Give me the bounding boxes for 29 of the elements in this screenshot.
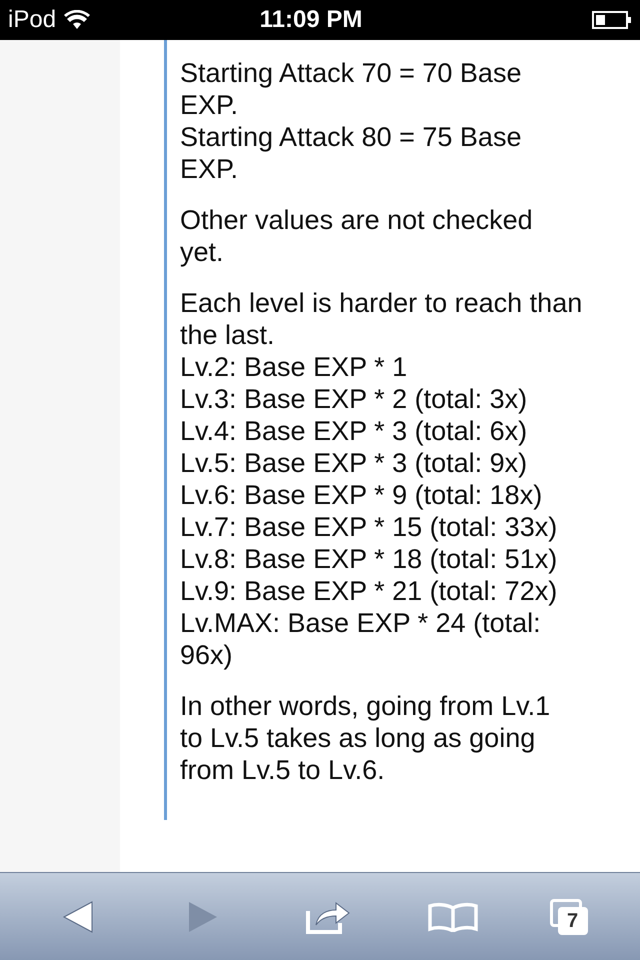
text-line: from Lv.5 to Lv.6. <box>180 754 386 786</box>
text-line: Starting Attack 80 = 75 Base <box>180 121 522 153</box>
wifi-icon <box>64 10 90 30</box>
text-line: Lv.5: Base EXP * 3 (total: 9x) <box>180 447 528 479</box>
text-line: Lv.6: Base EXP * 9 (total: 18x) <box>180 479 544 511</box>
text-line: Starting Attack 70 = 70 Base <box>180 57 522 89</box>
text-line: the last. <box>180 319 276 351</box>
text-line: Lv.9: Base EXP * 21 (total: 72x) <box>180 575 558 607</box>
text-line: yet. <box>180 236 225 268</box>
back-arrow-icon <box>62 900 94 934</box>
text-line: EXP. <box>180 153 240 185</box>
text-line: Other values are not checked <box>180 204 534 236</box>
text-line: to Lv.5 takes as long as going <box>180 722 536 754</box>
clock-time: 11:09 PM <box>260 5 362 35</box>
book-icon <box>428 902 478 932</box>
text-line: Lv.8: Base EXP * 18 (total: 51x) <box>180 543 558 575</box>
text-line: Lv.2: Base EXP * 1 <box>180 351 408 383</box>
tab-count: 7 <box>558 906 588 934</box>
text-line: 96x) <box>180 639 234 671</box>
text-line: EXP. <box>180 89 240 121</box>
battery-icon <box>592 10 632 30</box>
text-line: Lv.3: Base EXP * 2 (total: 3x) <box>180 383 528 415</box>
forward-arrow-icon <box>187 900 220 934</box>
text-line: Each level is harder to reach than <box>180 287 584 319</box>
text-line: In other words, going from Lv.1 <box>180 690 552 722</box>
text-line: Lv.MAX: Base EXP * 24 (total: <box>180 607 542 639</box>
carrier-name: iPod <box>8 5 56 35</box>
text-line: Lv.4: Base EXP * 3 (total: 6x) <box>180 415 528 447</box>
text-line: Lv.7: Base EXP * 15 (total: 33x) <box>180 511 558 543</box>
